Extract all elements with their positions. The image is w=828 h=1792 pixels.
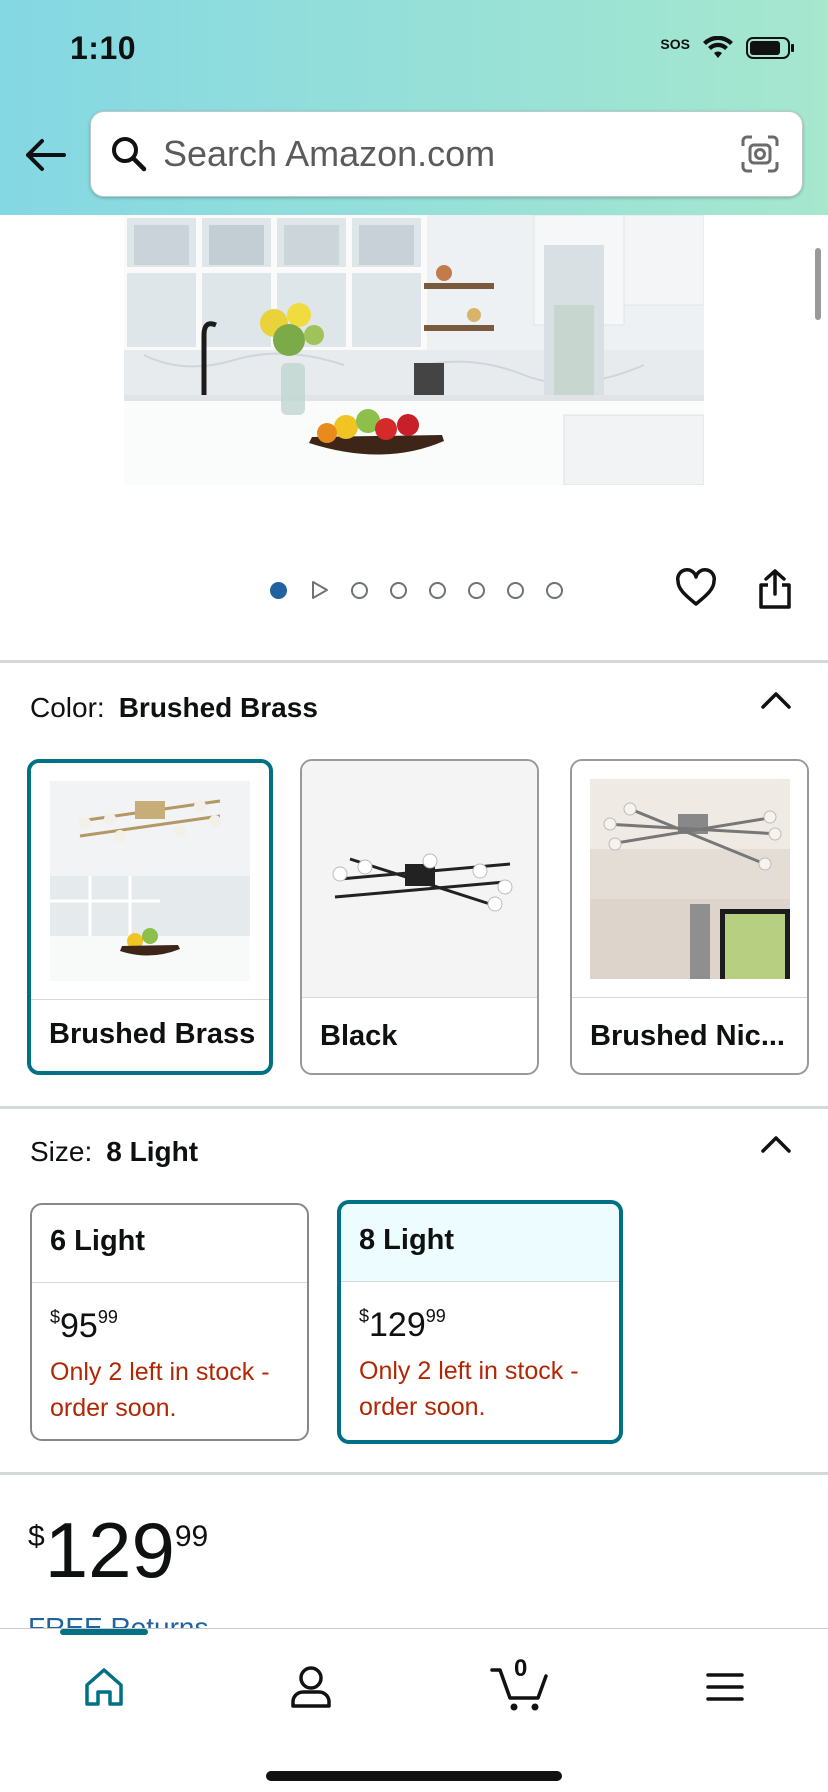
- cart-count-badge: 0: [514, 1655, 528, 1682]
- gallery-dot[interactable]: [429, 581, 446, 599]
- battery-icon: [746, 37, 794, 59]
- price-whole: 129: [369, 1306, 426, 1344]
- search-icon: [112, 137, 147, 172]
- swatch-image: [31, 763, 269, 1000]
- stock-warning: Only 2 left in stock - order soon.: [359, 1357, 579, 1421]
- bottom-nav-bar: 0: [0, 1628, 828, 1792]
- size-option-6-light[interactable]: 6 Light $9599 Only 2 left in stock - ord…: [30, 1203, 309, 1441]
- kitchen-photo: [124, 215, 704, 485]
- color-option-black[interactable]: Black: [300, 759, 539, 1075]
- size-row-label: Size: 8 Light: [30, 1136, 198, 1168]
- sos-indicator: SOS: [660, 36, 690, 52]
- heart-icon: [676, 568, 716, 606]
- gallery-dot[interactable]: [270, 581, 287, 599]
- price-fraction: 99: [425, 1306, 446, 1326]
- product-price: $ 129 99: [28, 1508, 208, 1592]
- size-option-label: 8 Light: [341, 1204, 619, 1282]
- color-option-brushed-brass[interactable]: Brushed Brass: [27, 759, 273, 1075]
- section-divider: [0, 1106, 828, 1109]
- swatch-image: [572, 761, 807, 998]
- nav-menu[interactable]: [685, 1655, 765, 1719]
- size-option-price: $9599: [32, 1283, 307, 1346]
- nav-cart[interactable]: 0: [478, 1655, 562, 1719]
- size-label: Size:: [30, 1136, 93, 1167]
- video-play-icon[interactable]: [309, 580, 329, 600]
- swatch-label: Brushed Brass: [49, 1018, 256, 1050]
- gallery-dot[interactable]: [507, 581, 524, 599]
- share-icon: [759, 569, 791, 609]
- gallery-dot[interactable]: [468, 581, 485, 599]
- wishlist-button[interactable]: [675, 568, 717, 613]
- wifi-icon: [703, 36, 733, 58]
- top-header: 1:10 SOS: [0, 0, 828, 215]
- status-icons: SOS: [660, 36, 796, 60]
- swatch-image: [302, 761, 537, 998]
- gallery-dot[interactable]: [351, 581, 368, 599]
- section-divider: [0, 1472, 828, 1475]
- status-time: 1:10: [70, 30, 137, 66]
- active-tab-indicator: [60, 1629, 148, 1635]
- color-selected-value: Brushed Brass: [118, 692, 318, 723]
- gallery-dot[interactable]: [390, 581, 407, 599]
- nav-account[interactable]: [271, 1655, 351, 1719]
- stock-warning: Only 2 left in stock - order soon.: [50, 1358, 270, 1422]
- nav-home[interactable]: [64, 1655, 144, 1719]
- color-row-label: Color: Brushed Brass: [30, 692, 318, 724]
- color-label: Color:: [30, 692, 105, 723]
- brass-fixture-photo: [50, 781, 250, 981]
- price-currency: $: [50, 1307, 61, 1327]
- price-currency: $: [28, 1520, 45, 1553]
- gallery-pagination: [270, 580, 563, 600]
- size-option-price: $12999: [341, 1282, 619, 1345]
- swatch-label: Brushed Nic...: [590, 1020, 785, 1052]
- size-option-label: 6 Light: [32, 1205, 307, 1283]
- home-indicator: [266, 1771, 562, 1781]
- back-button[interactable]: [20, 130, 70, 180]
- search-input[interactable]: [163, 124, 723, 184]
- section-divider: [0, 660, 828, 663]
- price-whole: 95: [60, 1307, 98, 1345]
- hamburger-menu-icon: [706, 1673, 744, 1701]
- swatch-label: Black: [320, 1020, 398, 1052]
- price-fraction: 99: [97, 1307, 118, 1327]
- user-icon: [291, 1666, 331, 1708]
- color-option-brushed-nickel[interactable]: Brushed Nic...: [570, 759, 809, 1075]
- gallery-dot[interactable]: [546, 581, 563, 599]
- nickel-fixture-photo: [589, 779, 790, 979]
- size-selected-value: 8 Light: [106, 1136, 199, 1167]
- search-bar[interactable]: [90, 111, 803, 197]
- scrollbar-thumb[interactable]: [815, 248, 821, 320]
- product-image[interactable]: [124, 215, 704, 485]
- price-whole: 129: [44, 1506, 175, 1594]
- camera-scan-icon[interactable]: [740, 134, 780, 174]
- back-arrow-icon: [26, 139, 66, 171]
- chevron-up-icon[interactable]: [760, 1134, 792, 1154]
- size-option-8-light[interactable]: 8 Light $12999 Only 2 left in stock - or…: [337, 1200, 623, 1444]
- chevron-up-icon[interactable]: [760, 690, 792, 710]
- price-currency: $: [359, 1306, 370, 1326]
- home-icon: [85, 1668, 123, 1706]
- black-fixture-photo: [319, 779, 520, 979]
- price-fraction: 99: [174, 1520, 209, 1553]
- share-button[interactable]: [757, 568, 793, 615]
